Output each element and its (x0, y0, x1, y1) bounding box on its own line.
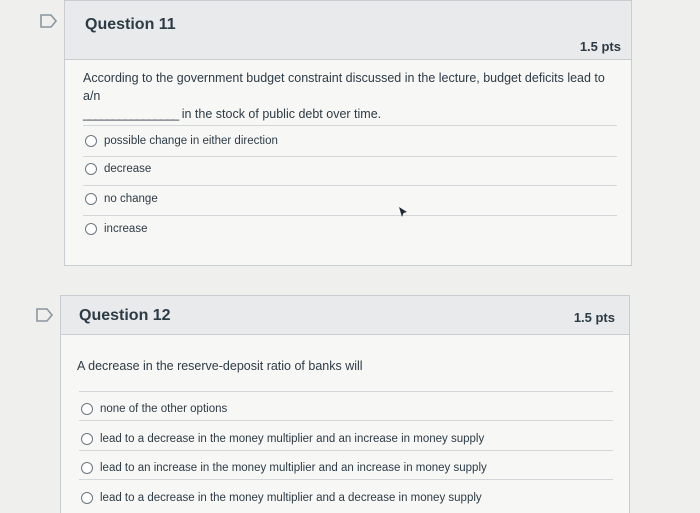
question-11-prompt-line2: ________________ in the stock of public … (83, 105, 623, 123)
question-11-card: Question 11 1.5 pts According to the gov… (64, 0, 632, 266)
answer-option[interactable]: lead to an increase in the money multipl… (81, 462, 487, 474)
radio-button[interactable] (81, 403, 93, 415)
question-11-points: 1.5 pts (579, 39, 621, 54)
question-11-title: Question 11 (85, 16, 176, 33)
question-11-prompt: According to the government budget const… (83, 69, 623, 123)
answer-label: possible change in either direction (104, 135, 278, 147)
divider (79, 420, 613, 421)
question-11-flag-icon[interactable] (40, 14, 58, 28)
answer-option[interactable]: lead to a decrease in the money multipli… (81, 492, 482, 504)
answer-label: lead to a decrease in the money multipli… (100, 433, 485, 445)
divider (83, 156, 617, 157)
divider (83, 215, 617, 216)
answer-option[interactable]: possible change in either direction (85, 135, 278, 147)
divider (79, 450, 613, 451)
answer-label: no change (104, 193, 158, 205)
question-12-prompt: A decrease in the reserve-deposit ratio … (77, 359, 363, 373)
answer-label: decrease (104, 163, 152, 175)
question-11-blank: ________________ (83, 107, 179, 121)
question-12-points: 1.5 pts (573, 310, 615, 325)
question-12-flag-icon[interactable] (36, 308, 54, 322)
divider (79, 479, 613, 480)
radio-button[interactable] (85, 135, 97, 147)
answer-option[interactable]: decrease (85, 163, 151, 175)
divider (83, 185, 617, 186)
answer-label: none of the other options (100, 403, 228, 415)
answer-option[interactable]: lead to a decrease in the money multipli… (81, 433, 484, 445)
answer-option[interactable]: none of the other options (81, 403, 227, 415)
radio-button[interactable] (81, 492, 93, 504)
answer-option[interactable]: increase (85, 223, 147, 235)
radio-button[interactable] (81, 462, 93, 474)
answer-label: increase (104, 223, 148, 235)
radio-button[interactable] (85, 193, 97, 205)
question-12-title: Question 12 (79, 307, 171, 324)
divider (83, 125, 617, 126)
radio-button[interactable] (81, 433, 93, 445)
answer-option[interactable]: no change (85, 193, 158, 205)
radio-button[interactable] (85, 223, 97, 235)
divider (79, 391, 613, 392)
mouse-pointer-icon (398, 205, 408, 217)
answer-label: lead to a decrease in the money multipli… (100, 492, 482, 504)
radio-button[interactable] (85, 163, 97, 175)
question-12-card: Question 12 1.5 pts A decrease in the re… (60, 295, 630, 513)
question-11-prompt-line2-text: in the stock of public debt over time. (181, 107, 382, 121)
answer-label: lead to an increase in the money multipl… (100, 462, 487, 474)
question-11-prompt-line1: According to the government budget const… (83, 71, 605, 103)
